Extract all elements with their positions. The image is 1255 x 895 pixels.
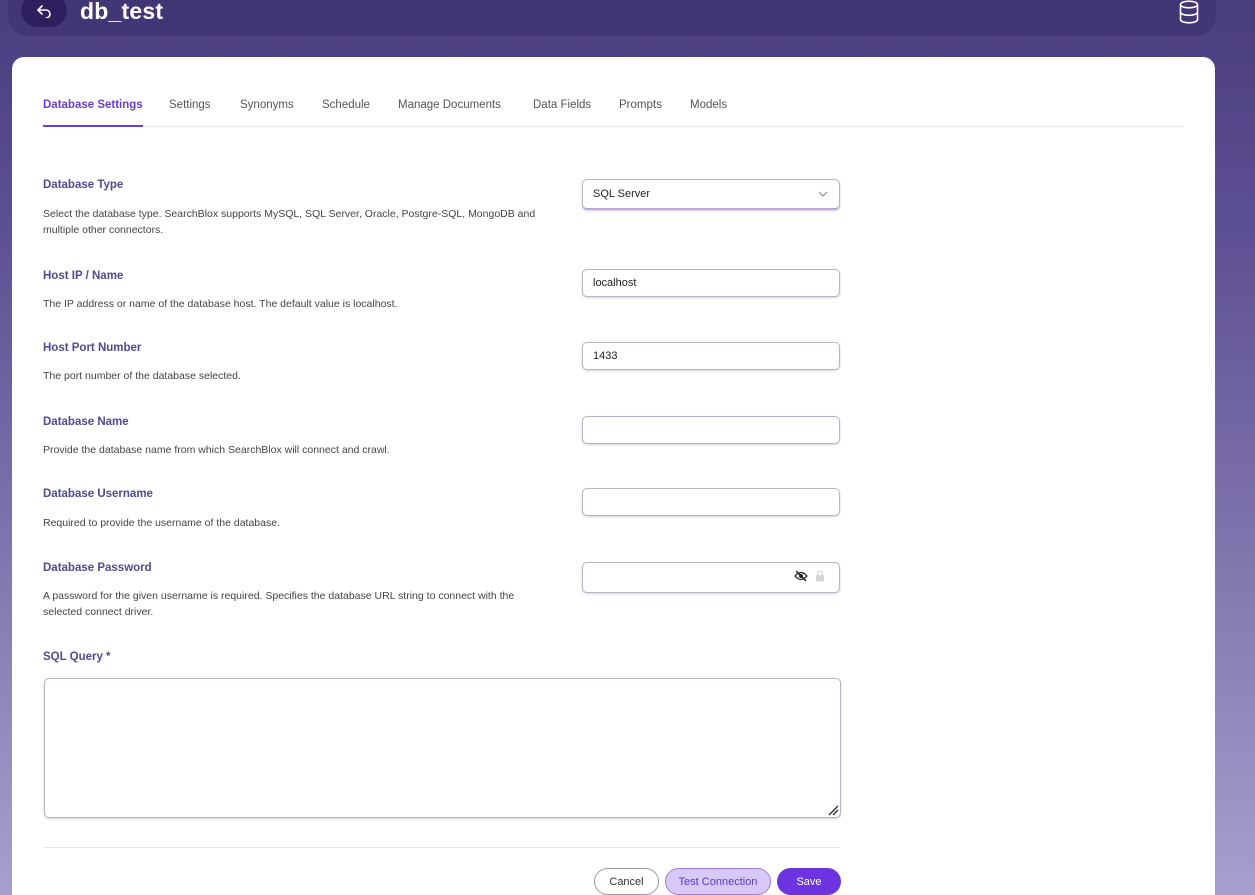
back-button[interactable] bbox=[21, 0, 67, 27]
database-icon[interactable] bbox=[1178, 0, 1200, 24]
page-title: db_test bbox=[80, 0, 164, 24]
sql-query-textarea[interactable] bbox=[44, 678, 841, 818]
tab-prompts[interactable]: Prompts bbox=[619, 99, 662, 125]
tab-settings[interactable]: Settings bbox=[169, 99, 211, 125]
tab-models[interactable]: Models bbox=[690, 99, 727, 125]
host-description: The IP address or name of the database h… bbox=[43, 298, 398, 310]
test-connection-button[interactable]: Test Connection bbox=[665, 868, 771, 895]
host-input[interactable]: localhost bbox=[582, 269, 840, 297]
password-description: A password for the given username is req… bbox=[43, 590, 515, 618]
database-name-label: Database Name bbox=[43, 416, 129, 428]
save-button[interactable]: Save bbox=[777, 868, 841, 895]
password-label: Database Password bbox=[43, 562, 152, 574]
sql-query-label: SQL Query * bbox=[43, 651, 111, 663]
database-name-description: Provide the database name from which Sea… bbox=[43, 444, 390, 456]
settings-card: Database Settings Settings Synonyms Sche… bbox=[12, 57, 1215, 895]
database-type-value: SQL Server bbox=[593, 188, 651, 200]
port-input[interactable]: 1433 bbox=[582, 342, 840, 370]
username-label: Database Username bbox=[43, 488, 153, 500]
port-label: Host Port Number bbox=[43, 342, 142, 354]
tab-data-fields[interactable]: Data Fields bbox=[533, 99, 591, 125]
tab-bar: Database Settings Settings Synonyms Sche… bbox=[43, 97, 1183, 127]
username-input[interactable] bbox=[582, 488, 840, 516]
tab-database-settings[interactable]: Database Settings bbox=[43, 99, 143, 127]
database-type-select[interactable]: SQL Server bbox=[582, 179, 840, 210]
username-description: Required to provide the username of the … bbox=[43, 517, 280, 529]
password-icons bbox=[794, 570, 825, 582]
tab-manage-documents[interactable]: Manage Documents bbox=[398, 99, 501, 125]
form-divider bbox=[43, 847, 840, 848]
database-type-description: Select the database type. SearchBlox sup… bbox=[43, 208, 536, 236]
tab-schedule[interactable]: Schedule bbox=[322, 99, 370, 125]
tab-synonyms[interactable]: Synonyms bbox=[240, 99, 294, 125]
eye-off-icon[interactable] bbox=[794, 570, 808, 582]
database-name-input[interactable] bbox=[582, 416, 840, 444]
lock-icon bbox=[816, 570, 824, 582]
cancel-button[interactable]: Cancel bbox=[594, 868, 659, 895]
password-input[interactable] bbox=[582, 562, 840, 593]
host-label: Host IP / Name bbox=[43, 270, 124, 282]
chevron-down-icon bbox=[817, 188, 829, 200]
top-bar bbox=[8, 0, 1216, 36]
resize-handle-icon[interactable] bbox=[827, 804, 839, 816]
database-type-label: Database Type bbox=[43, 179, 124, 191]
port-description: The port number of the database selected… bbox=[43, 370, 241, 382]
back-arrow-icon bbox=[37, 4, 51, 18]
